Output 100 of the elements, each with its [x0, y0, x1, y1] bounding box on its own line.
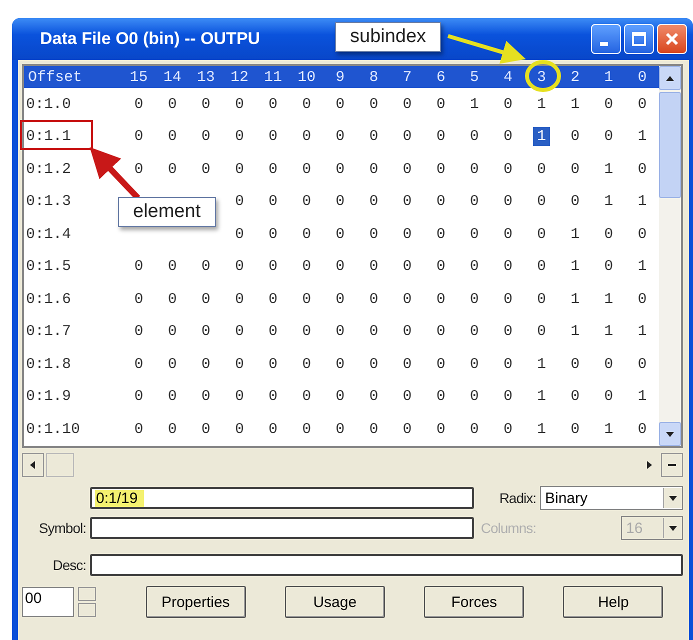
- vertical-scrollbar[interactable]: [659, 66, 681, 446]
- bit-cell[interactable]: 0: [332, 127, 349, 146]
- bit-cell[interactable]: 0: [197, 322, 214, 342]
- dialog-button[interactable]: Help: [563, 586, 664, 618]
- bit-cell[interactable]: 0: [130, 354, 148, 374]
- bit-cell[interactable]: 0: [365, 127, 382, 146]
- bit-cell[interactable]: 0: [298, 160, 316, 179]
- bit-cell[interactable]: 0: [264, 94, 282, 114]
- bit-cell[interactable]: 0: [264, 257, 282, 276]
- radix-dropdown[interactable]: Binary: [540, 486, 683, 510]
- bit-cell[interactable]: 0: [365, 94, 382, 114]
- offset-cell[interactable]: 0:1.0: [24, 94, 76, 114]
- bit-cell[interactable]: 0: [164, 160, 181, 179]
- bit-cell[interactable]: 1: [600, 420, 618, 439]
- bit-cell[interactable]: 0: [466, 257, 483, 276]
- bit-cell[interactable]: 1: [533, 94, 550, 114]
- bit-cell[interactable]: 0: [432, 192, 450, 212]
- bit-cell[interactable]: 0: [398, 94, 416, 114]
- bit-cell[interactable]: 0: [566, 192, 584, 212]
- bit-cell[interactable]: 0: [264, 160, 282, 179]
- bit-cell[interactable]: 0: [365, 420, 382, 439]
- bit-cell[interactable]: 1: [533, 387, 550, 406]
- bit-cell[interactable]: 0: [432, 420, 450, 439]
- bit-cell[interactable]: 1: [566, 290, 584, 309]
- offset-cell[interactable]: 0:1.3: [24, 192, 76, 212]
- bit-cell[interactable]: 1: [566, 224, 584, 244]
- bit-cell[interactable]: 0: [230, 127, 248, 146]
- bit-cell[interactable]: 1: [634, 192, 651, 212]
- bit-cell[interactable]: 0: [466, 387, 483, 406]
- bit-cell[interactable]: 0: [533, 160, 550, 179]
- bit-cell[interactable]: 0: [365, 224, 382, 244]
- bit-cell[interactable]: 0: [164, 322, 181, 342]
- bit-cell[interactable]: 0: [230, 322, 248, 342]
- bit-cell[interactable]: 0: [365, 322, 382, 342]
- bit-cell[interactable]: 0: [499, 354, 516, 374]
- bit-cell[interactable]: 0: [230, 354, 248, 374]
- bit-cell[interactable]: 0: [230, 420, 248, 439]
- bit-cell[interactable]: 0: [398, 322, 416, 342]
- bit-cell[interactable]: 0: [230, 224, 248, 244]
- bit-cell[interactable]: 0: [365, 387, 382, 406]
- offset-cell[interactable]: 0:1.1: [24, 127, 76, 146]
- bit-cell[interactable]: 0: [432, 290, 450, 309]
- bit-cell[interactable]: 0: [197, 290, 214, 309]
- scroll-left-button[interactable]: [22, 453, 44, 477]
- bit-cell[interactable]: 0: [197, 387, 214, 406]
- bit-cell[interactable]: 1: [634, 127, 651, 146]
- offset-cell[interactable]: 0:1.10: [24, 420, 84, 439]
- bit-cell[interactable]: 0: [164, 257, 181, 276]
- offset-cell[interactable]: 0:1.6: [24, 290, 76, 309]
- bit-cell[interactable]: 0: [264, 354, 282, 374]
- bit-cell[interactable]: 1: [566, 257, 584, 276]
- maximize-button[interactable]: [624, 24, 654, 54]
- bit-cell[interactable]: 0: [332, 94, 349, 114]
- bit-cell[interactable]: 0: [264, 224, 282, 244]
- collapse-button[interactable]: [661, 453, 683, 477]
- bit-cell[interactable]: 0: [533, 257, 550, 276]
- bit-cell[interactable]: 0: [600, 387, 618, 406]
- bit-cell[interactable]: 0: [197, 160, 214, 179]
- bit-cell[interactable]: 0: [298, 224, 316, 244]
- bit-cell[interactable]: 0: [499, 257, 516, 276]
- bit-cell[interactable]: 0: [298, 127, 316, 146]
- bit-cell[interactable]: 0: [600, 94, 618, 114]
- bit-cell[interactable]: 0: [365, 257, 382, 276]
- bit-cell[interactable]: 0: [466, 127, 483, 146]
- bit-cell[interactable]: 0: [466, 224, 483, 244]
- bit-cell[interactable]: 0: [634, 354, 651, 374]
- bit-cell[interactable]: 0: [566, 420, 584, 439]
- bit-cell[interactable]: 0: [365, 290, 382, 309]
- offset-cell[interactable]: 0:1.5: [24, 257, 76, 276]
- bit-cell[interactable]: 0: [197, 257, 214, 276]
- bit-cell[interactable]: 0: [634, 224, 651, 244]
- bit-cell[interactable]: 0: [600, 127, 618, 146]
- bit-cell[interactable]: 0: [332, 160, 349, 179]
- desc-field[interactable]: [90, 554, 683, 576]
- bit-cell[interactable]: 0: [634, 94, 651, 114]
- bit-cell[interactable]: 0: [499, 224, 516, 244]
- bit-cell[interactable]: 0: [164, 94, 181, 114]
- bit-cell[interactable]: 0: [466, 420, 483, 439]
- bit-cell[interactable]: 1: [600, 160, 618, 179]
- bit-cell[interactable]: 0: [332, 290, 349, 309]
- bit-cell[interactable]: 0: [130, 420, 148, 439]
- bit-cell[interactable]: 0: [566, 127, 584, 146]
- address-field[interactable]: 0:1/19: [90, 487, 474, 509]
- bit-cell[interactable]: 0: [298, 387, 316, 406]
- bit-cell[interactable]: 1: [533, 127, 550, 146]
- bit-cell[interactable]: 0: [398, 420, 416, 439]
- bit-cell[interactable]: 0: [197, 420, 214, 439]
- bit-cell[interactable]: 0: [398, 257, 416, 276]
- bit-cell[interactable]: 0: [432, 322, 450, 342]
- bit-cell[interactable]: 0: [499, 160, 516, 179]
- bit-cell[interactable]: 1: [634, 257, 651, 276]
- bit-cell[interactable]: 0: [130, 387, 148, 406]
- bit-cell[interactable]: 0: [298, 257, 316, 276]
- bit-cell[interactable]: 1: [634, 322, 651, 342]
- minimize-button[interactable]: [591, 24, 621, 54]
- bit-cell[interactable]: 0: [130, 322, 148, 342]
- bit-cell[interactable]: 0: [432, 224, 450, 244]
- bit-cell[interactable]: 1: [600, 192, 618, 212]
- bit-cell[interactable]: 0: [499, 420, 516, 439]
- bit-cell[interactable]: 0: [197, 354, 214, 374]
